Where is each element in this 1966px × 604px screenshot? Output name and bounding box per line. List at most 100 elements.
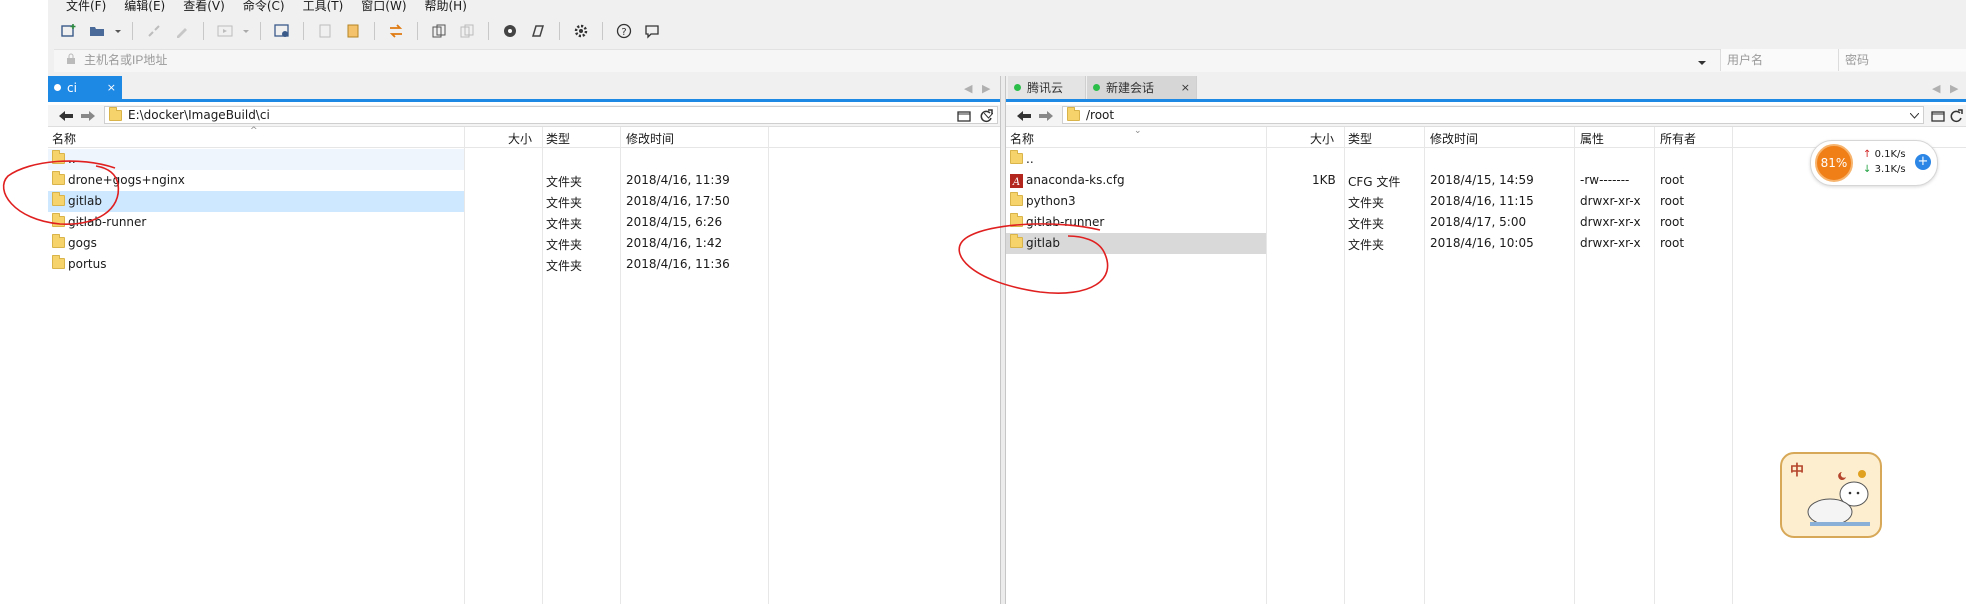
file-type: 文件夹 — [1348, 217, 1385, 231]
chat-icon[interactable] — [641, 20, 663, 42]
copy-icon[interactable] — [314, 20, 336, 42]
new-session-icon[interactable] — [58, 20, 80, 42]
chevron-down-icon[interactable] — [1909, 108, 1920, 122]
host-input[interactable] — [84, 51, 1704, 69]
local-path-field[interactable]: E:\docker\ImageBuild\ci — [104, 106, 998, 124]
file-mtime: 2018/4/17, 5:00 — [1430, 215, 1527, 229]
menu-command[interactable]: 命令(C) — [243, 0, 285, 14]
table-row[interactable]: .. — [48, 149, 1000, 170]
file-type: 文件夹 — [546, 238, 583, 252]
table-row[interactable]: gitlab-runner 文件夹 2018/4/15, 6:26 — [48, 212, 1000, 233]
folder-action-icon[interactable] — [954, 107, 974, 124]
table-row[interactable]: gitlab 文件夹 2018/4/16, 17:50 — [48, 191, 1000, 212]
col-mtime[interactable]: 修改时间 — [1430, 130, 1478, 147]
table-row[interactable]: gitlab-runner 文件夹 2018/4/17, 5:00 drwxr-… — [1006, 212, 1966, 233]
tab-tencent-cloud[interactable]: 腾讯云 — [1008, 76, 1086, 99]
folder-icon — [1067, 106, 1080, 121]
col-size[interactable]: 大小 — [508, 130, 532, 147]
script-icon[interactable] — [527, 20, 549, 42]
table-row[interactable]: gitlab 文件夹 2018/4/16, 10:05 drwxr-xr-x r… — [1006, 233, 1966, 254]
tab-new-session[interactable]: 新建会话 × — [1087, 76, 1197, 99]
open-folder-icon[interactable] — [86, 20, 108, 42]
file-name: anaconda-ks.cfg — [1026, 173, 1125, 187]
tab-next-icon[interactable]: ▶ — [982, 82, 990, 95]
table-row[interactable]: portus 文件夹 2018/4/16, 11:36 — [48, 254, 1000, 275]
toolbar-separator — [417, 22, 418, 40]
tab-ci[interactable]: ci × — [48, 76, 122, 99]
col-attributes[interactable]: 属性 — [1580, 130, 1604, 147]
dropdown-icon[interactable] — [242, 20, 250, 42]
table-row[interactable]: gogs 文件夹 2018/4/16, 1:42 — [48, 233, 1000, 254]
remote-path-bar: /root — [1006, 105, 1966, 127]
close-icon[interactable]: × — [1181, 81, 1190, 94]
remote-path-text: /root — [1086, 108, 1115, 122]
dropdown-icon[interactable] — [114, 20, 122, 42]
network-monitor-widget[interactable]: 81% ↑ 0.1K/s ↓ 3.1K/s + — [1810, 140, 1938, 186]
file-attributes: drwxr-xr-x — [1580, 215, 1641, 229]
menu-window[interactable]: 窗口(W) — [361, 0, 406, 14]
col-type[interactable]: 类型 — [1348, 130, 1372, 147]
paste-icon[interactable] — [342, 20, 364, 42]
table-row[interactable]: python3 文件夹 2018/4/16, 11:15 drwxr-xr-x … — [1006, 191, 1966, 212]
menu-view[interactable]: 查看(V) — [183, 0, 225, 14]
menu-bar: 文件(F) 编辑(E) 查看(V) 命令(C) 工具(T) 窗口(W) 帮助(H… — [66, 0, 467, 14]
col-mtime[interactable]: 修改时间 — [626, 130, 674, 147]
clone-icon[interactable] — [456, 20, 478, 42]
table-row[interactable]: drone+gogs+nginx 文件夹 2018/4/16, 11:39 — [48, 170, 1000, 191]
back-arrow-icon[interactable] — [1014, 107, 1034, 124]
menu-help[interactable]: 帮助(H) — [425, 0, 467, 14]
toolbar-separator — [132, 22, 133, 40]
folder-icon — [52, 255, 65, 269]
col-size[interactable]: 大小 — [1310, 130, 1334, 147]
menu-edit[interactable]: 编辑(E) — [124, 0, 165, 14]
close-icon[interactable]: × — [107, 81, 116, 94]
col-owner[interactable]: 所有者 — [1660, 130, 1696, 147]
tab-prev-icon[interactable]: ◀ — [964, 82, 972, 95]
menu-tools[interactable]: 工具(T) — [303, 0, 344, 14]
toolbar-separator — [559, 22, 560, 40]
col-name[interactable]: 名称 — [1010, 130, 1034, 147]
tab-label: 腾讯云 — [1027, 81, 1064, 95]
refresh-icon[interactable] — [976, 107, 996, 124]
settings-icon[interactable] — [271, 20, 293, 42]
refresh-icon[interactable] — [1946, 107, 1966, 124]
folder-icon — [52, 234, 65, 248]
password-input[interactable] — [1838, 49, 1966, 71]
file-attributes: drwxr-xr-x — [1580, 236, 1641, 250]
file-mtime: 2018/4/16, 11:15 — [1430, 194, 1534, 208]
folder-action-icon[interactable] — [1928, 107, 1948, 124]
tab-next-icon[interactable]: ▶ — [1950, 82, 1958, 95]
back-arrow-icon[interactable] — [56, 107, 76, 124]
edit-icon[interactable] — [171, 20, 193, 42]
transfer-icon[interactable] — [385, 20, 407, 42]
gear-icon[interactable] — [570, 20, 592, 42]
forward-arrow-icon[interactable] — [1036, 107, 1056, 124]
mascot-sticker[interactable]: 中 — [1780, 452, 1882, 538]
forward-arrow-icon[interactable] — [78, 107, 98, 124]
file-attributes: drwxr-xr-x — [1580, 194, 1641, 208]
file-type: 文件夹 — [1348, 196, 1385, 210]
local-tab-strip — [48, 76, 1000, 102]
toolbar-separator — [303, 22, 304, 40]
upload-speed-value: 0.1K/s — [1874, 149, 1906, 160]
col-name[interactable]: 名称 — [52, 130, 76, 147]
col-type[interactable]: 类型 — [546, 130, 570, 147]
local-pane: ci × ◀ ▶ E:\docker\ImageBuild\ci ^ 名称 大小… — [48, 76, 1000, 604]
disconnect-icon[interactable] — [143, 20, 165, 42]
file-mtime: 2018/4/16, 11:36 — [626, 257, 730, 271]
file-type: CFG 文件 — [1348, 175, 1401, 189]
tab-prev-icon[interactable]: ◀ — [1932, 82, 1940, 95]
remote-path-field[interactable]: /root — [1062, 106, 1924, 124]
status-dot — [54, 84, 61, 91]
record-icon[interactable] — [499, 20, 521, 42]
help-icon[interactable]: ? — [613, 20, 635, 42]
mascot-illustration-icon — [1807, 470, 1870, 526]
toolbar-separator — [602, 22, 603, 40]
username-input[interactable] — [1720, 49, 1851, 71]
menu-file[interactable]: 文件(F) — [66, 0, 106, 14]
file-mtime: 2018/4/16, 1:42 — [626, 236, 723, 250]
duplicate-icon[interactable] — [428, 20, 450, 42]
play-icon[interactable] — [214, 20, 236, 42]
plus-button[interactable]: + — [1915, 154, 1931, 170]
chevron-down-icon[interactable] — [1698, 55, 1706, 69]
